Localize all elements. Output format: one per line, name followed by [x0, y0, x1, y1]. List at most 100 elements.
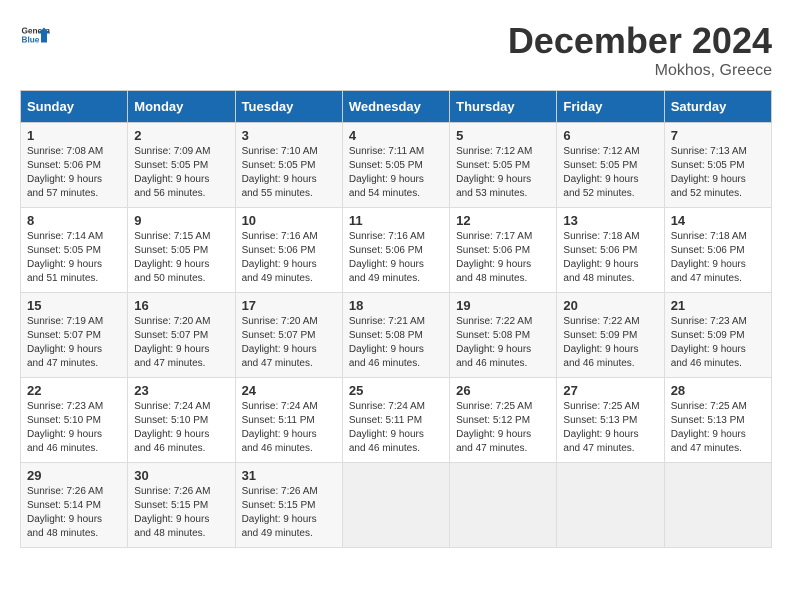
- day-number: 18: [349, 298, 443, 313]
- calendar-cell: 18 Sunrise: 7:21 AMSunset: 5:08 PMDayligh…: [342, 293, 449, 378]
- calendar-cell: 10 Sunrise: 7:16 AMSunset: 5:06 PMDayligh…: [235, 208, 342, 293]
- week-row-5: 29 Sunrise: 7:26 AMSunset: 5:14 PMDayligh…: [21, 463, 772, 548]
- day-number: 2: [134, 128, 228, 143]
- weekday-header-wednesday: Wednesday: [342, 91, 449, 123]
- day-info: Sunrise: 7:16 AMSunset: 5:06 PMDaylight:…: [349, 230, 443, 286]
- day-number: 15: [27, 298, 121, 313]
- location: Mokhos, Greece: [508, 62, 772, 80]
- calendar-cell: 25Sunrise: 7:24 AMSunset: 5:11 PMDayligh…: [342, 378, 449, 463]
- day-info: Sunrise: 7:12 AMSunset: 5:05 PMDaylight:…: [456, 145, 550, 201]
- day-info: Sunrise: 7:25 AMSunset: 5:13 PMDaylight:…: [563, 400, 657, 456]
- month-title: December 2024: [508, 20, 772, 62]
- weekday-header-friday: Friday: [557, 91, 664, 123]
- calendar-cell: 12 Sunrise: 7:17 AMSunset: 5:06 PMDayligh…: [450, 208, 557, 293]
- day-info: Sunrise: 7:13 AMSunset: 5:05 PMDaylight:…: [671, 145, 765, 201]
- logo: General Blue: [20, 20, 50, 50]
- day-info: Sunrise: 7:12 AMSunset: 5:05 PMDaylight:…: [563, 145, 657, 201]
- day-number: 11: [349, 213, 443, 228]
- day-info: Sunrise: 7:09 AMSunset: 5:05 PMDaylight:…: [134, 145, 228, 201]
- title-area: December 2024 Mokhos, Greece: [508, 20, 772, 80]
- day-number: 23: [134, 383, 228, 398]
- day-number: 3: [242, 128, 336, 143]
- calendar-cell: 28 Sunrise: 7:25 AMSunset: 5:13 PMDayligh…: [664, 378, 771, 463]
- day-info: Sunrise: 7:23 AMSunset: 5:10 PMDaylight:…: [27, 400, 121, 456]
- week-row-1: 1Sunrise: 7:08 AMSunset: 5:06 PMDaylight…: [21, 123, 772, 208]
- day-number: 8: [27, 213, 121, 228]
- weekday-header-row: SundayMondayTuesdayWednesdayThursdayFrid…: [21, 91, 772, 123]
- weekday-header-thursday: Thursday: [450, 91, 557, 123]
- calendar-cell: 30Sunrise: 7:26 AMSunset: 5:15 PMDayligh…: [128, 463, 235, 548]
- day-number: 13: [563, 213, 657, 228]
- day-info: Sunrise: 7:11 AMSunset: 5:05 PMDaylight:…: [349, 145, 443, 201]
- calendar-cell: 9 Sunrise: 7:15 AMSunset: 5:05 PMDaylight…: [128, 208, 235, 293]
- day-info: Sunrise: 7:25 AMSunset: 5:13 PMDaylight:…: [671, 400, 765, 456]
- day-number: 6: [563, 128, 657, 143]
- day-info: Sunrise: 7:26 AMSunset: 5:15 PMDaylight:…: [134, 485, 228, 541]
- day-info: Sunrise: 7:15 AMSunset: 5:05 PMDaylight:…: [134, 230, 228, 286]
- day-info: Sunrise: 7:08 AMSunset: 5:06 PMDaylight:…: [27, 145, 121, 201]
- calendar-cell: [450, 463, 557, 548]
- calendar-cell: 17Sunrise: 7:20 AMSunset: 5:07 PMDayligh…: [235, 293, 342, 378]
- weekday-header-monday: Monday: [128, 91, 235, 123]
- day-number: 7: [671, 128, 765, 143]
- calendar-cell: 14 Sunrise: 7:18 AMSunset: 5:06 PMDayligh…: [664, 208, 771, 293]
- day-number: 26: [456, 383, 550, 398]
- day-number: 4: [349, 128, 443, 143]
- calendar-cell: 31 Sunrise: 7:26 AMSunset: 5:15 PMDayligh…: [235, 463, 342, 548]
- calendar-cell: 19Sunrise: 7:22 AMSunset: 5:08 PMDayligh…: [450, 293, 557, 378]
- day-number: 31: [242, 468, 336, 483]
- calendar-table: SundayMondayTuesdayWednesdayThursdayFrid…: [20, 90, 772, 548]
- weekday-header-tuesday: Tuesday: [235, 91, 342, 123]
- page-header: General Blue December 2024 Mokhos, Greec…: [20, 20, 772, 80]
- day-info: Sunrise: 7:24 AMSunset: 5:10 PMDaylight:…: [134, 400, 228, 456]
- week-row-2: 8 Sunrise: 7:14 AMSunset: 5:05 PMDaylight…: [21, 208, 772, 293]
- calendar-cell: 29 Sunrise: 7:26 AMSunset: 5:14 PMDayligh…: [21, 463, 128, 548]
- day-info: Sunrise: 7:19 AMSunset: 5:07 PMDaylight:…: [27, 315, 121, 371]
- calendar-cell: 15 Sunrise: 7:19 AMSunset: 5:07 PMDayligh…: [21, 293, 128, 378]
- calendar-cell: 2 Sunrise: 7:09 AMSunset: 5:05 PMDaylight…: [128, 123, 235, 208]
- calendar-cell: [557, 463, 664, 548]
- day-number: 10: [242, 213, 336, 228]
- day-number: 28: [671, 383, 765, 398]
- day-number: 9: [134, 213, 228, 228]
- day-info: Sunrise: 7:22 AMSunset: 5:08 PMDaylight:…: [456, 315, 550, 371]
- day-info: Sunrise: 7:26 AMSunset: 5:15 PMDaylight:…: [242, 485, 336, 541]
- day-number: 22: [27, 383, 121, 398]
- day-info: Sunrise: 7:10 AMSunset: 5:05 PMDaylight:…: [242, 145, 336, 201]
- day-number: 5: [456, 128, 550, 143]
- calendar-cell: 16Sunrise: 7:20 AMSunset: 5:07 PMDayligh…: [128, 293, 235, 378]
- day-number: 20: [563, 298, 657, 313]
- day-info: Sunrise: 7:16 AMSunset: 5:06 PMDaylight:…: [242, 230, 336, 286]
- calendar-cell: 1Sunrise: 7:08 AMSunset: 5:06 PMDaylight…: [21, 123, 128, 208]
- calendar-cell: 7 Sunrise: 7:13 AMSunset: 5:05 PMDaylight…: [664, 123, 771, 208]
- calendar-cell: 13 Sunrise: 7:18 AMSunset: 5:06 PMDayligh…: [557, 208, 664, 293]
- calendar-cell: 23 Sunrise: 7:24 AMSunset: 5:10 PMDayligh…: [128, 378, 235, 463]
- day-info: Sunrise: 7:14 AMSunset: 5:05 PMDaylight:…: [27, 230, 121, 286]
- calendar-cell: 5 Sunrise: 7:12 AMSunset: 5:05 PMDaylight…: [450, 123, 557, 208]
- day-info: Sunrise: 7:18 AMSunset: 5:06 PMDaylight:…: [563, 230, 657, 286]
- day-info: Sunrise: 7:25 AMSunset: 5:12 PMDaylight:…: [456, 400, 550, 456]
- calendar-cell: 8 Sunrise: 7:14 AMSunset: 5:05 PMDaylight…: [21, 208, 128, 293]
- logo-icon: General Blue: [20, 20, 50, 50]
- day-number: 29: [27, 468, 121, 483]
- calendar-cell: 11 Sunrise: 7:16 AMSunset: 5:06 PMDayligh…: [342, 208, 449, 293]
- day-number: 14: [671, 213, 765, 228]
- calendar-cell: 26 Sunrise: 7:25 AMSunset: 5:12 PMDayligh…: [450, 378, 557, 463]
- day-info: Sunrise: 7:21 AMSunset: 5:08 PMDaylight:…: [349, 315, 443, 371]
- day-number: 27: [563, 383, 657, 398]
- day-number: 12: [456, 213, 550, 228]
- day-info: Sunrise: 7:24 AMSunset: 5:11 PMDaylight:…: [242, 400, 336, 456]
- day-number: 25: [349, 383, 443, 398]
- day-number: 24: [242, 383, 336, 398]
- day-number: 17: [242, 298, 336, 313]
- calendar-cell: 20Sunrise: 7:22 AMSunset: 5:09 PMDayligh…: [557, 293, 664, 378]
- calendar-cell: 4 Sunrise: 7:11 AMSunset: 5:05 PMDaylight…: [342, 123, 449, 208]
- day-info: Sunrise: 7:18 AMSunset: 5:06 PMDaylight:…: [671, 230, 765, 286]
- day-info: Sunrise: 7:17 AMSunset: 5:06 PMDaylight:…: [456, 230, 550, 286]
- day-info: Sunrise: 7:26 AMSunset: 5:14 PMDaylight:…: [27, 485, 121, 541]
- day-info: Sunrise: 7:23 AMSunset: 5:09 PMDaylight:…: [671, 315, 765, 371]
- calendar-cell: 6 Sunrise: 7:12 AMSunset: 5:05 PMDaylight…: [557, 123, 664, 208]
- day-info: Sunrise: 7:20 AMSunset: 5:07 PMDaylight:…: [134, 315, 228, 371]
- day-number: 21: [671, 298, 765, 313]
- week-row-4: 22 Sunrise: 7:23 AMSunset: 5:10 PMDayligh…: [21, 378, 772, 463]
